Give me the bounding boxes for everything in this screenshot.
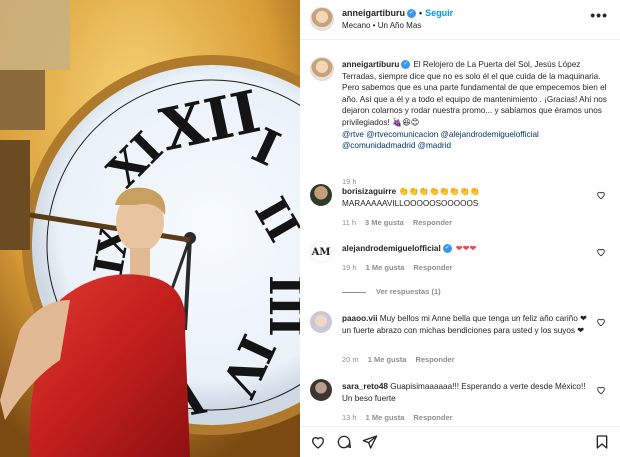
comment-username[interactable]: sara_reto48 bbox=[342, 382, 388, 391]
separator-dot: • bbox=[419, 8, 423, 18]
audio-subtitle[interactable]: Mecano • Un Año Mas bbox=[342, 21, 421, 30]
comment-bubble-icon[interactable] bbox=[336, 434, 352, 450]
like-heart-icon[interactable] bbox=[310, 434, 326, 450]
commenter-avatar[interactable] bbox=[310, 311, 332, 333]
like-comment-heart-icon[interactable] bbox=[596, 190, 606, 200]
comment-likes[interactable]: 3 Me gusta bbox=[365, 218, 404, 227]
post-action-bar bbox=[300, 426, 620, 457]
comment-body: Muy bellos mi Anne bella que tenga un fe… bbox=[342, 314, 587, 335]
comment-meta: 11 h 3 Me gusta Responder bbox=[342, 218, 461, 227]
post-header: anneigartiburu ✓ • Seguir Mecano • Un Año M… bbox=[300, 0, 620, 40]
caption-time[interactable]: 19 h bbox=[342, 177, 357, 186]
comment-time[interactable]: 19 h bbox=[342, 263, 357, 272]
author-line: anneigartiburu ✓ • Seguir bbox=[342, 8, 453, 19]
caption-avatar[interactable] bbox=[310, 57, 334, 81]
view-replies-label: Ver respuestas (1) bbox=[376, 287, 441, 296]
caption-mentions-2[interactable]: @comunidadmadrid @madrid bbox=[342, 141, 451, 150]
comment-username[interactable]: paaoo.vii bbox=[342, 314, 378, 323]
more-options-icon[interactable]: ••• bbox=[590, 8, 608, 22]
comment-likes[interactable]: 1 Me gusta bbox=[368, 355, 407, 364]
commenter-avatar[interactable]: AM bbox=[310, 241, 332, 263]
post-photo[interactable]: XII I II III IV V IX XI bbox=[0, 0, 300, 457]
caption-body: El Relojero de La Puerta del Sol, Jesús … bbox=[342, 60, 607, 127]
comment-username[interactable]: alejandrodemiguelofficial bbox=[342, 244, 441, 253]
caption-text: anneigartiburu ✓ El Relojero de La Puerta … bbox=[342, 59, 612, 152]
comment-meta: 19 h 1 Me gusta Responder bbox=[342, 263, 462, 272]
reply-button[interactable]: Responder bbox=[413, 263, 452, 272]
photo-illustration: XII I II III IV V IX XI bbox=[0, 0, 300, 457]
caption-emojis: 🍇😆😊 bbox=[392, 117, 420, 127]
comment-body: MARAAAAAVILLOOOOOSOOOOOS bbox=[342, 198, 479, 208]
comment-likes[interactable]: 1 Me gusta bbox=[366, 263, 405, 272]
svg-text:III: III bbox=[259, 275, 300, 337]
author-username[interactable]: anneigartiburu bbox=[342, 8, 405, 18]
like-comment-heart-icon[interactable] bbox=[596, 385, 606, 395]
like-comment-heart-icon[interactable] bbox=[596, 317, 606, 327]
comments-scroll-area[interactable]: anneigartiburu ✓ El Relojero de La Puerta … bbox=[300, 41, 620, 426]
replies-divider-line bbox=[342, 291, 366, 293]
comment-emojis: ❤❤❤ bbox=[455, 244, 477, 253]
comment-time[interactable]: 11 h bbox=[342, 218, 356, 227]
reply-button[interactable]: Responder bbox=[413, 413, 452, 422]
share-paper-plane-icon[interactable] bbox=[362, 434, 378, 450]
comment-username[interactable]: borisizaguirre bbox=[342, 187, 396, 196]
verified-badge-icon: ✓ bbox=[442, 244, 452, 254]
save-bookmark-icon[interactable] bbox=[594, 434, 610, 450]
verified-badge-icon: ✓ bbox=[401, 60, 411, 70]
follow-button[interactable]: Seguir bbox=[425, 8, 453, 18]
view-replies-button[interactable]: Ver respuestas (1) bbox=[342, 287, 441, 296]
comment-text: borisizaguirre 👏👏👏👏👏👏👏👏 MARAAAAAVILLOOOO… bbox=[342, 186, 592, 209]
comment-meta: 20 m 1 Me gusta Responder bbox=[342, 355, 464, 364]
author-avatar[interactable] bbox=[310, 7, 334, 31]
reply-button[interactable]: Responder bbox=[413, 218, 452, 227]
commenter-avatar[interactable] bbox=[310, 379, 332, 401]
post-side-panel: anneigartiburu ✓ • Seguir Mecano • Un Año M… bbox=[300, 0, 620, 457]
comment-likes[interactable]: 1 Me gusta bbox=[366, 413, 405, 422]
caption-username[interactable]: anneigartiburu bbox=[342, 60, 399, 69]
like-comment-heart-icon[interactable] bbox=[596, 247, 606, 257]
reply-button[interactable]: Responder bbox=[415, 355, 454, 364]
comment-time[interactable]: 20 m bbox=[342, 355, 359, 364]
comment-emojis: 👏👏👏👏👏👏👏👏 bbox=[398, 187, 480, 196]
comment-text: alejandrodemiguelofficial ✓ ❤❤❤ bbox=[342, 243, 592, 255]
comment-meta: 13 h 1 Me gusta Responder bbox=[342, 413, 462, 422]
comment-text: sara_reto48 Guapisimaaaaaa!!! Esperando … bbox=[342, 381, 592, 404]
caption-mentions-1[interactable]: @rtve @rtvecomunicacion @alejandrodemigu… bbox=[342, 130, 539, 139]
comment-text: paaoo.vii Muy bellos mi Anne bella que t… bbox=[342, 313, 592, 336]
verified-badge-icon: ✓ bbox=[407, 9, 417, 19]
commenter-avatar[interactable] bbox=[310, 184, 332, 206]
comment-time[interactable]: 13 h bbox=[342, 413, 357, 422]
